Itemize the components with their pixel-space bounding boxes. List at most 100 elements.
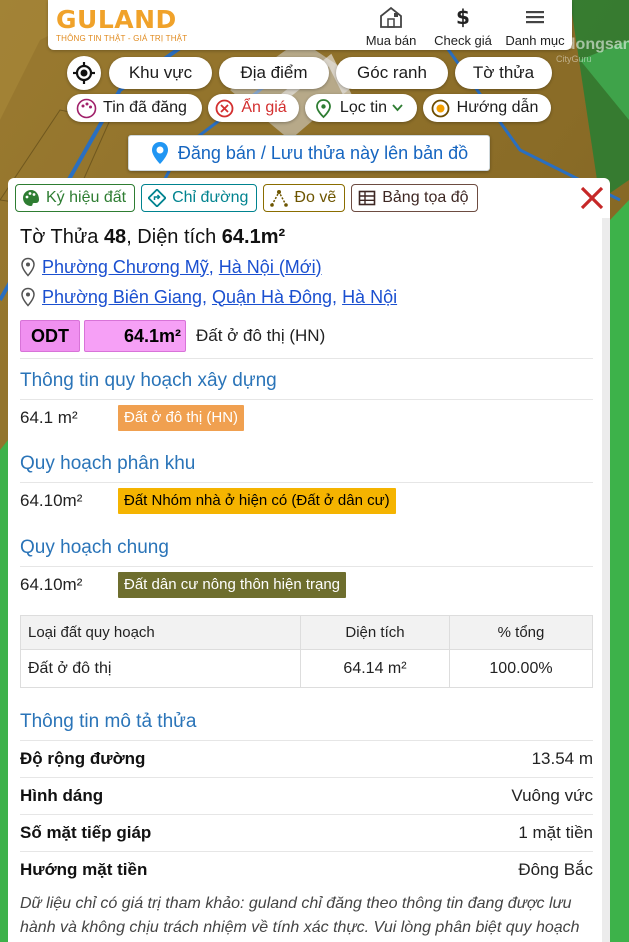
to-thua-button[interactable]: Tờ thửa xyxy=(455,57,552,89)
nav-label: Check giá xyxy=(434,33,492,48)
zone-summary: ODT 64.1m² Đất ở đô thị (HN) xyxy=(20,320,593,352)
address-new: Phường Chương Mỹ, Hà Nội (Mới) xyxy=(20,252,593,282)
logo-tagline: THÔNG TIN THẬT - GIÁ TRỊ THẬT xyxy=(56,34,188,43)
divider xyxy=(20,358,593,359)
nav-mua-ban[interactable]: Mua bán xyxy=(358,4,424,48)
desc-row-direction: Hướng mặt tiền Đông Bắc xyxy=(20,852,593,888)
loc-tin-button[interactable]: Lọc tin xyxy=(305,94,417,122)
parcel-area: 64.1m² xyxy=(221,226,286,248)
table-icon xyxy=(358,190,376,206)
close-circle-icon xyxy=(214,98,235,119)
nav-danh-muc[interactable]: Danh mục xyxy=(502,4,568,48)
goc-ranh-button[interactable]: Góc ranh xyxy=(336,57,448,89)
zone-tag: Đất Nhóm nhà ở hiện có (Đất ở dân cư) xyxy=(118,488,396,514)
city-link[interactable]: Hà Nội xyxy=(342,287,397,308)
section-row: 64.10m² Đất Nhóm nhà ở hiện có (Đất ở dâ… xyxy=(20,483,593,519)
palette-icon xyxy=(23,190,39,206)
city-link[interactable]: Hà Nội (Mới) xyxy=(219,257,322,278)
logo-text: GULAND xyxy=(56,5,177,34)
table-header: Diện tích xyxy=(300,615,450,650)
table-row: Đất ở đô thị 64.14 m² 100.00% xyxy=(20,649,593,688)
table-header: Loại đất quy hoạch xyxy=(20,615,301,650)
guland-logo[interactable]: GULAND THÔNG TIN THẬT - GIÁ TRỊ THẬT xyxy=(56,6,206,44)
desc-key: Độ rộng đường xyxy=(20,749,146,768)
close-icon xyxy=(580,186,604,210)
post-parcel-label: Đăng bán / Lưu thửa này lên bản đồ xyxy=(177,142,469,163)
desc-row-road-width: Độ rộng đường 13.54 m xyxy=(20,741,593,777)
nav-label: Mua bán xyxy=(365,33,417,48)
nav-check-gia[interactable]: $ Check giá xyxy=(430,4,496,48)
section-row: 64.10m² Đất dân cư nông thôn hiện trạng xyxy=(20,567,593,603)
panel-content: Tờ Thửa 48, Diện tích 64.1m² Phường Chươ… xyxy=(20,222,593,942)
directions-icon xyxy=(148,189,167,207)
do-ve-button[interactable]: Đo vẽ xyxy=(263,184,346,212)
locate-button[interactable] xyxy=(67,56,101,90)
chi-duong-button[interactable]: Chỉ đường xyxy=(141,184,258,212)
table-cell: 64.14 m² xyxy=(300,649,450,688)
measure-icon xyxy=(270,190,289,207)
location-pin-icon xyxy=(151,142,168,164)
table-cell: Đất ở đô thị xyxy=(20,649,301,688)
address-old: Phường Biên Giang, Quận Hà Đông, Hà Nội xyxy=(20,282,593,312)
panel-toolbar: Ký hiệu đất Chỉ đường Đo vẽ Bảng tọa độ xyxy=(15,184,478,212)
map-pin-icon xyxy=(21,287,35,307)
play-circle-icon xyxy=(430,98,451,119)
desc-value: 1 mặt tiền xyxy=(518,823,593,842)
district-link[interactable]: Quận Hà Đông xyxy=(212,287,332,308)
nav-label: Danh mục xyxy=(505,33,565,48)
section-value: 64.1 m² xyxy=(20,408,78,427)
separator: , xyxy=(201,286,212,307)
chi-duong-label: Chỉ đường xyxy=(172,189,249,206)
map-pin-icon xyxy=(21,257,35,277)
ky-hieu-dat-button[interactable]: Ký hiệu đất xyxy=(15,184,136,212)
loc-tin-label: Lọc tin xyxy=(339,99,388,116)
panel-scrollbar[interactable] xyxy=(602,218,610,942)
title-mid: , Diện tích xyxy=(126,226,222,248)
separator: , xyxy=(332,286,343,307)
section-heading: Thông tin quy hoạch xây dựng xyxy=(20,370,277,391)
tin-da-dang-label: Tin đã đăng xyxy=(103,99,187,116)
desc-key: Hướng mặt tiền xyxy=(20,860,148,879)
close-panel-button[interactable] xyxy=(578,184,606,212)
house-icon xyxy=(380,6,402,28)
title-prefix: Tờ Thửa xyxy=(20,226,104,248)
khu-vuc-button[interactable]: Khu vực xyxy=(109,57,212,89)
desc-value: Đông Bắc xyxy=(518,860,593,879)
table-header: % tổng xyxy=(449,615,593,650)
ky-hieu-dat-label: Ký hiệu đất xyxy=(46,189,127,206)
zone-area-badge: 64.1m² xyxy=(84,320,186,352)
zone-tag: Đất ở đô thị (HN) xyxy=(118,405,245,431)
zone-description: Đất ở đô thị (HN) xyxy=(196,326,326,345)
huong-dan-button[interactable]: Hướng dẫn xyxy=(423,94,551,122)
dia-diem-button[interactable]: Địa điểm xyxy=(219,57,329,89)
an-gia-label: Ẩn giá xyxy=(241,99,287,116)
separator: , xyxy=(208,256,219,277)
palette-icon xyxy=(76,98,97,119)
section-heading: Quy hoạch phân khu xyxy=(20,453,196,474)
do-ve-label: Đo vẽ xyxy=(294,189,337,206)
section-value: 64.10m² xyxy=(20,491,83,510)
an-gia-button[interactable]: Ẩn giá xyxy=(208,94,299,122)
post-parcel-button[interactable]: Đăng bán / Lưu thửa này lên bản đồ xyxy=(128,135,490,171)
table-cell: 100.00% xyxy=(449,649,593,688)
zone-code-badge: ODT xyxy=(20,320,80,352)
section-heading: Thông tin mô tả thửa xyxy=(20,711,197,732)
section-value: 64.10m² xyxy=(20,575,83,594)
chevron-down-icon xyxy=(392,104,403,112)
crosshair-icon xyxy=(73,62,95,84)
ward-link[interactable]: Phường Biên Giang xyxy=(42,287,202,308)
bang-toa-do-button[interactable]: Bảng tọa độ xyxy=(351,184,478,212)
parcel-info-panel: Ký hiệu đất Chỉ đường Đo vẽ Bảng tọa độ … xyxy=(8,178,610,942)
bang-toa-do-label: Bảng tọa độ xyxy=(382,189,469,206)
huong-dan-label: Hướng dẫn xyxy=(456,99,539,116)
header-nav: Mua bán $ Check giá Danh mục xyxy=(358,4,568,48)
table-header-row: Loại đất quy hoạch Diện tích % tổng xyxy=(20,615,593,650)
tin-da-dang-button[interactable]: Tin đã đăng xyxy=(67,94,202,122)
ward-link[interactable]: Phường Chương Mỹ xyxy=(42,257,209,278)
watermark-sub-text: CityGuru xyxy=(556,54,592,64)
sheet-number: 48 xyxy=(103,226,127,248)
section-heading: Quy hoạch chung xyxy=(20,537,169,558)
section-row: 64.1 m² Đất ở đô thị (HN) xyxy=(20,400,593,436)
zone-tag: Đất dân cư nông thôn hiện trạng xyxy=(118,572,347,598)
svg-text:$: $ xyxy=(456,5,470,29)
